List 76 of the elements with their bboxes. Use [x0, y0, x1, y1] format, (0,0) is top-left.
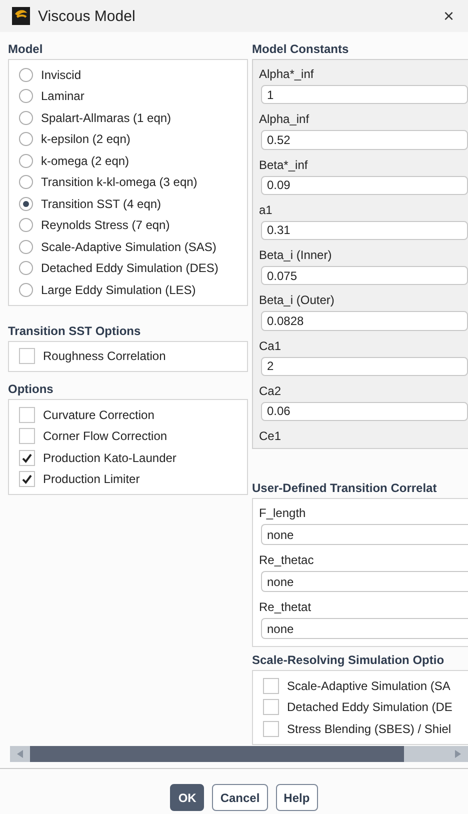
checkbox-label: Roughness Correlation	[43, 349, 166, 364]
radio-label: Spalart-Allmaras (1 eqn)	[41, 110, 172, 125]
field-label: Beta_i (Outer)	[259, 293, 336, 308]
radio-label: Detached Eddy Simulation (DES)	[41, 261, 218, 276]
input-field[interactable]: 0.52	[261, 130, 468, 150]
field-label: F_length	[259, 506, 307, 521]
section-heading: Model Constants	[252, 42, 350, 56]
radio-label: Transition SST (4 eqn)	[41, 196, 162, 211]
checkbox-label: Curvature Correction	[43, 408, 154, 422]
radio-button[interactable]	[19, 175, 33, 190]
radio-button[interactable]	[19, 261, 33, 276]
dropdown-field[interactable]: none	[261, 571, 468, 592]
field-label: Ca1	[259, 338, 282, 354]
dialog-button[interactable]: Cancel	[212, 784, 268, 811]
radio-button[interactable]	[19, 110, 33, 125]
radio-button[interactable]	[19, 240, 33, 254]
field-label: Ce1	[259, 429, 282, 444]
checkbox[interactable]	[19, 406, 35, 423]
field-label: Beta*_inf	[259, 158, 309, 172]
dropdown-field[interactable]: none	[261, 618, 468, 639]
checkbox[interactable]	[19, 471, 35, 488]
checkbox[interactable]	[263, 720, 279, 737]
checkbox-label: Corner Flow Correction	[43, 429, 168, 444]
field-label: a1	[259, 202, 274, 218]
checkbox-label: Production Kato-Launder	[43, 450, 176, 465]
close-button[interactable]: ×	[439, 6, 458, 26]
dialog-button[interactable]: Help	[276, 784, 318, 811]
input-field[interactable]: 0.31	[261, 220, 468, 240]
field-label: Beta_i (Inner)	[259, 248, 333, 263]
radio-label: Inviscid	[41, 68, 82, 82]
checkbox-label: Scale-Adaptive Simulation (SA	[287, 678, 450, 693]
input-field[interactable]: 0.06	[261, 402, 468, 421]
radio-label: Transition k-kl-omega (3 eqn)	[41, 175, 198, 190]
radio-button[interactable]	[19, 196, 33, 211]
input-field[interactable]: 2	[261, 356, 468, 376]
dropdown-field[interactable]: none	[261, 524, 468, 545]
radio-button[interactable]	[19, 218, 33, 232]
section-heading: User-Defined Transition Correlat	[252, 481, 438, 495]
radio-label: Laminar	[41, 89, 84, 104]
field-label: Alpha_inf	[259, 112, 310, 128]
radio-button[interactable]	[19, 68, 33, 82]
section-heading: Transition SST Options	[8, 324, 142, 338]
checkbox[interactable]	[19, 348, 35, 364]
radio-button[interactable]	[19, 282, 33, 297]
radio-button[interactable]	[19, 154, 33, 168]
checkbox-label: Production Limiter	[43, 472, 140, 486]
window-title: Viscous Model	[38, 8, 136, 24]
radio-label: k-epsilon (2 eqn)	[41, 132, 130, 146]
checkbox[interactable]	[263, 678, 279, 694]
radio-button[interactable]	[19, 89, 33, 104]
checkbox[interactable]	[19, 428, 35, 444]
input-field[interactable]: 0.075	[261, 266, 468, 286]
field-label: Re_thetac	[259, 553, 315, 568]
checkbox[interactable]	[19, 450, 35, 466]
section-heading: Options	[8, 382, 54, 396]
input-field[interactable]: 1	[261, 85, 468, 104]
radio-label: Scale-Adaptive Simulation (SAS)	[41, 240, 216, 254]
field-label: Alpha*_inf	[259, 67, 315, 82]
scroll-left-button[interactable]	[10, 746, 30, 762]
radio-label: Large Eddy Simulation (LES)	[41, 282, 196, 297]
checkbox-label: Detached Eddy Simulation (DE	[287, 700, 452, 714]
checkbox[interactable]	[263, 699, 279, 716]
radio-label: Reynolds Stress (7 eqn)	[41, 218, 170, 232]
scrollbar-thumb[interactable]	[30, 746, 404, 762]
checkbox-label: Stress Blending (SBES) / Shiel	[287, 722, 452, 736]
input-field[interactable]: 0.0828	[261, 311, 468, 330]
radio-button[interactable]	[19, 132, 33, 146]
field-label: Ca2	[259, 384, 282, 399]
scroll-right-button[interactable]	[448, 746, 468, 762]
dialog-button[interactable]: OK	[170, 784, 204, 811]
input-field[interactable]: 0.09	[261, 176, 468, 195]
app-logo-icon	[12, 7, 30, 25]
radio-label: k-omega (2 eqn)	[41, 154, 130, 168]
field-label: Re_thetat	[259, 600, 312, 615]
section-heading: Model	[8, 42, 44, 56]
section-heading: Scale-Resolving Simulation Optio	[252, 653, 446, 667]
